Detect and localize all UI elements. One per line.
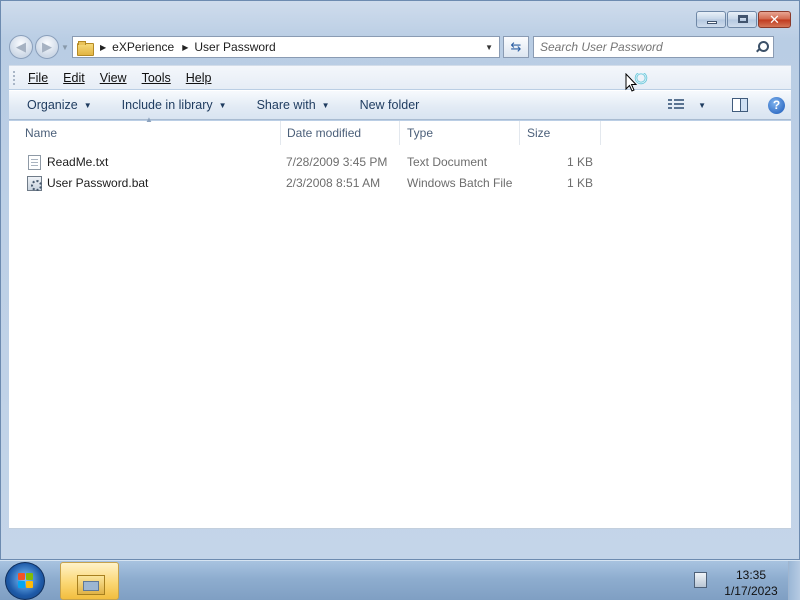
menu-edit-label: Edit	[63, 70, 85, 85]
search-icon[interactable]	[755, 41, 769, 53]
views-dropdown-icon[interactable]: ▼	[698, 101, 706, 110]
share-with-button[interactable]: Share with ▼	[257, 98, 330, 112]
text-file-line	[31, 165, 38, 166]
column-date-modified[interactable]: Date modified	[279, 121, 400, 145]
refresh-icon: ⇆	[510, 39, 522, 54]
explorer-window: ✕ ◀ ▶ ▼ ▶ eXPerience ▶ User Password ▼ ⇆…	[0, 0, 800, 560]
file-name: ReadMe.txt	[47, 155, 109, 169]
views-icon-line	[668, 99, 685, 101]
file-row[interactable]: ReadMe.txt 7/28/2009 3:45 PM Text Docume…	[9, 152, 599, 173]
chevron-down-icon: ▼	[83, 100, 92, 110]
organize-label: Organize	[27, 98, 78, 112]
file-size: 1 KB	[566, 155, 593, 169]
organize-button[interactable]: Organize ▼	[27, 98, 92, 112]
windows-start-icon	[18, 573, 34, 589]
recent-pages-dropdown[interactable]: ▼	[60, 43, 70, 52]
text-file-icon	[28, 155, 41, 170]
forward-arrow-icon: ▶	[42, 39, 52, 54]
menu-bar: File Edit View Tools Help	[9, 65, 791, 89]
chevron-down-icon: ▼	[321, 100, 330, 110]
flag-pane	[26, 581, 33, 588]
preview-pane-icon[interactable]	[732, 98, 748, 112]
minimize-button[interactable]	[696, 11, 726, 28]
menu-view[interactable]: View	[100, 71, 127, 85]
flag-pane	[18, 573, 25, 580]
search-input[interactable]	[540, 40, 750, 54]
taskbar: 13:35 1/17/2023	[0, 560, 800, 600]
view-controls: ▼ ?	[668, 96, 791, 114]
busy-cursor-icon	[625, 73, 653, 99]
close-button[interactable]: ✕	[758, 11, 791, 28]
file-type: Windows Batch File	[407, 176, 513, 190]
forward-button[interactable]: ▶	[35, 35, 59, 59]
chevron-right-icon[interactable]: ▶	[100, 43, 106, 52]
views-icon-line	[668, 107, 685, 109]
clock-date: 1/17/2023	[724, 584, 778, 598]
explorer-folder-icon	[77, 571, 105, 595]
views-icon-line	[668, 103, 685, 105]
back-button[interactable]: ◀	[9, 35, 33, 59]
file-name: User Password.bat	[47, 176, 149, 190]
menu-tools[interactable]: Tools	[142, 71, 171, 85]
flag-pane	[18, 581, 25, 588]
column-type[interactable]: Type	[399, 121, 520, 145]
maximize-button[interactable]	[727, 11, 757, 28]
command-bar: Organize ▼ Include in library ▼ Share with…	[9, 90, 791, 120]
column-size[interactable]: Size	[519, 121, 601, 145]
chevron-right-icon[interactable]: ▶	[182, 43, 188, 52]
show-desktop-button[interactable]	[788, 561, 800, 600]
file-list: ▲ Name Date modified Type Size ReadMe.tx…	[9, 115, 791, 529]
menu-file[interactable]: File	[28, 71, 48, 85]
include-in-library-button[interactable]: Include in library ▼	[122, 98, 227, 112]
back-arrow-icon: ◀	[16, 39, 26, 54]
text-file-line	[31, 162, 38, 163]
menu-file-label: File	[28, 70, 49, 85]
help-icon[interactable]: ?	[768, 96, 785, 114]
breadcrumb-user-password[interactable]: User Password	[194, 40, 275, 54]
explorer-taskbar-button[interactable]	[60, 562, 119, 600]
address-dropdown-icon[interactable]: ▼	[485, 43, 493, 52]
action-center-icon[interactable]	[694, 572, 707, 588]
column-name[interactable]: Name	[17, 121, 281, 145]
menu-help[interactable]: Help	[186, 71, 212, 85]
file-row[interactable]: User Password.bat 2/3/2008 8:51 AM Windo…	[9, 173, 599, 194]
taskbar-clock[interactable]: 13:35 1/17/2023	[718, 567, 784, 599]
views-icon[interactable]	[668, 99, 685, 111]
menu-edit[interactable]: Edit	[63, 71, 85, 85]
menu-help-label: Help	[185, 70, 212, 85]
column-header-row: ▲ Name Date modified Type Size	[9, 115, 601, 145]
close-icon: ✕	[769, 11, 780, 27]
navigation-bar: ◀ ▶ ▼ ▶ eXPerience ▶ User Password ▼ ⇆	[9, 34, 791, 60]
share-with-label: Share with	[256, 98, 316, 112]
address-bar[interactable]: ▶ eXPerience ▶ User Password ▼	[72, 36, 500, 58]
refresh-button[interactable]: ⇆	[503, 36, 529, 58]
file-size: 1 KB	[566, 176, 593, 190]
text-file-line	[31, 159, 38, 160]
file-date-modified: 2/3/2008 8:51 AM	[286, 176, 381, 190]
menu-grip	[13, 70, 16, 85]
file-type: Text Document	[407, 155, 488, 169]
search-box[interactable]	[533, 36, 774, 58]
maximize-icon	[738, 15, 748, 23]
chevron-down-icon: ▼	[218, 100, 227, 110]
menu-tools-label: Tools	[141, 70, 171, 85]
file-date-modified: 7/28/2009 3:45 PM	[286, 155, 388, 169]
clock-time: 13:35	[735, 568, 767, 582]
include-in-library-label: Include in library	[121, 98, 213, 112]
minimize-icon	[707, 21, 717, 24]
new-folder-label: New folder	[359, 98, 420, 112]
caption-buttons: ✕	[696, 11, 791, 28]
flag-pane	[26, 573, 33, 580]
menu-view-label: View	[99, 70, 127, 85]
folder-icon	[77, 40, 94, 56]
new-folder-button[interactable]: New folder	[360, 98, 420, 112]
start-button[interactable]	[5, 562, 45, 600]
breadcrumb-experience[interactable]: eXPerience	[112, 40, 174, 54]
batch-file-icon	[27, 176, 42, 191]
